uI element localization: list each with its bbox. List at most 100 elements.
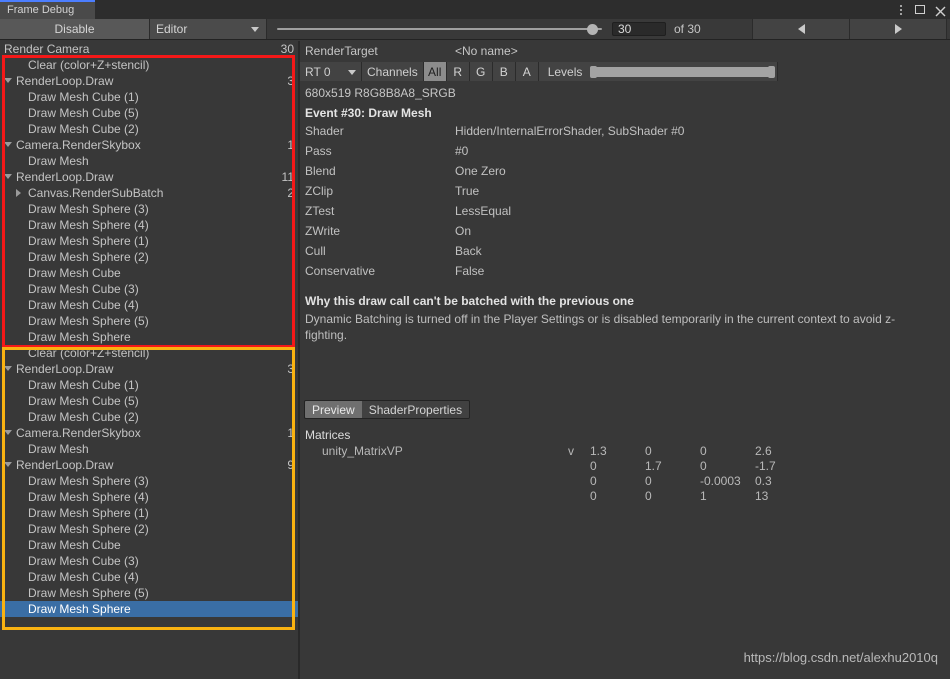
- event-tree-row[interactable]: RenderLoop.Draw 3: [0, 73, 298, 89]
- event-tree-row-label: Draw Mesh Cube (5): [28, 106, 139, 120]
- event-tree-row[interactable]: Draw Mesh Cube (1): [0, 377, 298, 393]
- event-tree-row-count: 3: [287, 362, 294, 376]
- event-tree-row[interactable]: Draw Mesh: [0, 441, 298, 457]
- shader-property-value: One Zero: [455, 164, 506, 178]
- disable-button-label: Disable: [54, 22, 95, 36]
- event-tree-row[interactable]: Draw Mesh Cube (4): [0, 297, 298, 313]
- matrix-cell: 0: [700, 459, 707, 473]
- channel-button-b[interactable]: B: [492, 62, 516, 81]
- event-tree-row[interactable]: Camera.RenderSkybox 1: [0, 425, 298, 441]
- channel-button-a[interactable]: A: [515, 62, 539, 81]
- event-tree-row[interactable]: Draw Mesh Sphere (4): [0, 489, 298, 505]
- event-tree-row-count: 3: [287, 74, 294, 88]
- event-tree-row[interactable]: Draw Mesh Sphere (1): [0, 233, 298, 249]
- maximize-icon[interactable]: [915, 4, 926, 15]
- frame-number-input[interactable]: 30: [612, 22, 666, 36]
- matrix-flag: v: [568, 444, 574, 458]
- event-tree-row[interactable]: Draw Mesh Sphere (1): [0, 505, 298, 521]
- event-tree-row[interactable]: Draw Mesh Cube (3): [0, 553, 298, 569]
- event-tree-row[interactable]: Draw Mesh Sphere (3): [0, 201, 298, 217]
- event-tree-row[interactable]: Draw Mesh Sphere (5): [0, 313, 298, 329]
- chevron-right-icon[interactable]: [16, 189, 21, 197]
- frame-slider[interactable]: [267, 19, 612, 39]
- event-tree-row-count: 9: [287, 458, 294, 472]
- event-tree-row[interactable]: Clear (color+Z+stencil): [0, 345, 298, 361]
- event-tree-row-label: Draw Mesh Cube (1): [28, 90, 139, 104]
- shader-property-key: ZTest: [305, 204, 335, 218]
- event-tree-row[interactable]: Draw Mesh Cube (3): [0, 281, 298, 297]
- batching-reason-title: Why this draw call can't be batched with…: [305, 294, 634, 308]
- levels-slider[interactable]: [588, 62, 779, 81]
- event-tree-row[interactable]: RenderLoop.Draw 3: [0, 361, 298, 377]
- event-tree-row-label: Clear (color+Z+stencil): [28, 58, 150, 72]
- event-tree-row[interactable]: Draw Mesh Sphere (4): [0, 217, 298, 233]
- levels-slider-fill: [595, 66, 771, 77]
- matrix-cell: 0: [590, 474, 597, 488]
- shader-properties-list: Shader Hidden/InternalErrorShader, SubSha…: [300, 124, 950, 284]
- event-tree-row[interactable]: Draw Mesh: [0, 153, 298, 169]
- event-tree-row[interactable]: Draw Mesh Cube (5): [0, 393, 298, 409]
- event-tree-row-label: Draw Mesh Cube: [28, 266, 121, 280]
- event-tree-row[interactable]: Camera.RenderSkybox 1: [0, 137, 298, 153]
- event-tree-row-label: RenderLoop.Draw: [16, 74, 114, 88]
- chevron-down-icon[interactable]: [4, 366, 12, 371]
- event-tree-row-label: Draw Mesh Cube (5): [28, 394, 139, 408]
- event-tree-row-label: Draw Mesh Cube (2): [28, 410, 139, 424]
- event-tree-row-label: Draw Mesh Cube (3): [28, 282, 139, 296]
- kebab-menu-icon[interactable]: [895, 4, 906, 15]
- rt-select-dropdown[interactable]: RT 0: [300, 62, 362, 81]
- matrix-cell: 0: [700, 444, 707, 458]
- chevron-down-icon[interactable]: [4, 78, 12, 83]
- event-tree-row[interactable]: Draw Mesh Sphere (2): [0, 249, 298, 265]
- rendertarget-toolbar: RT 0 Channels All R G B A Levels: [300, 62, 950, 81]
- chevron-down-icon[interactable]: [4, 142, 12, 147]
- disable-button[interactable]: Disable: [0, 19, 150, 39]
- event-tree-row[interactable]: Canvas.RenderSubBatch 2: [0, 185, 298, 201]
- event-tree-row[interactable]: Draw Mesh Sphere (5): [0, 585, 298, 601]
- event-tree-row[interactable]: Draw Mesh Cube: [0, 265, 298, 281]
- shader-property-value: True: [455, 184, 480, 198]
- event-tree-row[interactable]: Draw Mesh Cube (4): [0, 569, 298, 585]
- event-tree-row[interactable]: Draw Mesh Sphere: [0, 601, 298, 617]
- event-tree-root-row[interactable]: Render Camera 30: [0, 41, 298, 57]
- frame-slider-knob[interactable]: [587, 24, 598, 35]
- next-event-button[interactable]: [849, 19, 946, 39]
- matrix-name: unity_MatrixVP: [322, 444, 403, 458]
- event-tree-row-label: Draw Mesh Sphere (3): [28, 202, 149, 216]
- rendertarget-format: 680x519 R8G8B8A8_SRGB: [305, 86, 456, 100]
- event-tree-row[interactable]: Draw Mesh Cube (5): [0, 105, 298, 121]
- shader-property-row: Shader Hidden/InternalErrorShader, SubSha…: [300, 124, 950, 144]
- event-tree-row[interactable]: Draw Mesh Sphere (2): [0, 521, 298, 537]
- matrix-cell: 0: [645, 474, 652, 488]
- target-dropdown[interactable]: Editor: [150, 19, 267, 39]
- levels-min-handle[interactable]: [590, 65, 598, 78]
- event-tree-panel[interactable]: Render Camera 30 Clear (color+Z+stencil) Re…: [0, 41, 298, 679]
- event-tree-row[interactable]: RenderLoop.Draw 11: [0, 169, 298, 185]
- chevron-down-icon[interactable]: [4, 174, 12, 179]
- event-tree-row[interactable]: Draw Mesh Sphere: [0, 329, 298, 345]
- event-tree-row[interactable]: RenderLoop.Draw 9: [0, 457, 298, 473]
- event-tree-row[interactable]: Clear (color+Z+stencil): [0, 57, 298, 73]
- event-tree-row[interactable]: Draw Mesh Cube (1): [0, 89, 298, 105]
- event-tree-row-label: Draw Mesh Cube (4): [28, 570, 139, 584]
- prev-event-button[interactable]: [752, 19, 849, 39]
- detail-tab-shaderproperties[interactable]: ShaderProperties: [361, 401, 470, 418]
- event-tree-row[interactable]: Draw Mesh Cube (2): [0, 121, 298, 137]
- channel-button-r[interactable]: R: [446, 62, 470, 81]
- levels-max-handle[interactable]: [768, 65, 776, 78]
- event-tree-row-label: Draw Mesh Sphere (5): [28, 314, 149, 328]
- close-icon[interactable]: [935, 4, 946, 17]
- event-tree-row-label: Draw Mesh Sphere (2): [28, 250, 149, 264]
- chevron-down-icon[interactable]: [4, 462, 12, 467]
- shader-property-row: Cull Back: [300, 244, 950, 264]
- event-tree-row[interactable]: Draw Mesh Cube: [0, 537, 298, 553]
- channel-button-all[interactable]: All: [423, 62, 447, 81]
- matrix-cell: 0: [645, 444, 652, 458]
- event-tree-row[interactable]: Draw Mesh Sphere (3): [0, 473, 298, 489]
- event-tree-row-label: Draw Mesh Sphere (3): [28, 474, 149, 488]
- event-tree-row[interactable]: Draw Mesh Cube (2): [0, 409, 298, 425]
- tab-frame-debug[interactable]: Frame Debug: [0, 0, 95, 19]
- channel-button-g[interactable]: G: [469, 62, 493, 81]
- detail-tab-preview[interactable]: Preview: [305, 401, 362, 418]
- chevron-down-icon[interactable]: [4, 430, 12, 435]
